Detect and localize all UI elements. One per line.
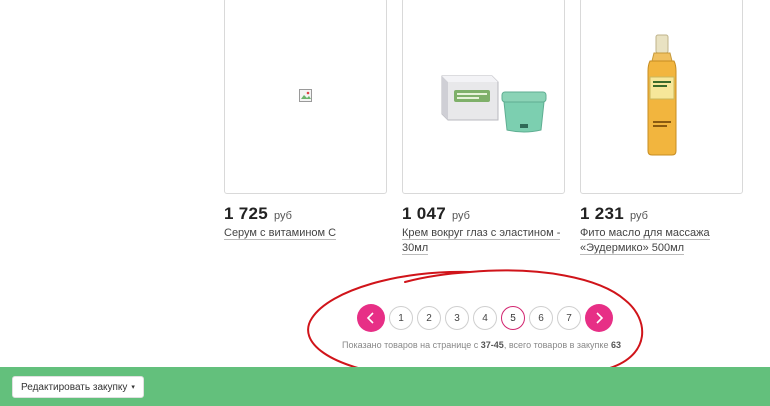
product-card-1[interactable] [224, 0, 387, 194]
edit-purchase-label: Редактировать закупку [21, 381, 128, 393]
product-name-line[interactable]: Фито масло для массажа [580, 227, 710, 240]
price-amount: 1 725 [224, 204, 269, 223]
page-button-6[interactable]: 6 [529, 306, 553, 330]
price-amount: 1 047 [402, 204, 447, 223]
summary-prefix: Показано товаров на странице с [342, 340, 481, 350]
summary-range: 37-45 [480, 340, 504, 350]
cream-product-image [441, 75, 546, 133]
product-card-2[interactable] [402, 0, 565, 194]
product-price-3: 1 231 руб [580, 204, 648, 224]
product-name-link-2[interactable]: Крем вокруг глаз с эластином - 30мл [402, 226, 562, 256]
page-button-3[interactable]: 3 [445, 306, 469, 330]
product-name-line[interactable]: Серум с витамином С [224, 227, 337, 240]
summary-total: 63 [610, 340, 621, 350]
product-card-3[interactable] [580, 0, 743, 194]
next-page-button[interactable] [585, 304, 613, 332]
chevron-right-icon [596, 312, 604, 324]
page-button-1[interactable]: 1 [389, 306, 413, 330]
product-image-oil[interactable] [581, 0, 742, 193]
pagination: 1 2 3 4 5 6 7 [357, 304, 613, 332]
price-currency: руб [452, 210, 470, 222]
page-button-2[interactable]: 2 [417, 306, 441, 330]
page-button-4[interactable]: 4 [473, 306, 497, 330]
product-image-broken[interactable] [225, 0, 386, 193]
page-button-7[interactable]: 7 [557, 306, 581, 330]
price-currency: руб [630, 210, 648, 222]
product-name-line[interactable]: Крем вокруг глаз с эластином - [402, 227, 561, 240]
product-image-eye-cream[interactable] [403, 0, 564, 193]
product-name-link-1[interactable]: Серум с витамином С [224, 226, 384, 241]
prev-page-button[interactable] [357, 304, 385, 332]
bottom-action-bar: Редактировать закупку ▾ [0, 367, 770, 406]
items-shown-summary: Показано товаров на странице с 37-45, вс… [342, 340, 621, 350]
price-amount: 1 231 [580, 204, 625, 223]
product-name-line[interactable]: 30мл [402, 242, 429, 255]
product-name-link-3[interactable]: Фито масло для массажа «Эудермико» 500мл [580, 226, 740, 256]
product-price-1: 1 725 руб [224, 204, 292, 224]
oil-bottle-image [647, 34, 676, 156]
caret-down-icon: ▾ [131, 384, 135, 391]
product-price-2: 1 047 руб [402, 204, 470, 224]
broken-image-icon [298, 89, 312, 102]
chevron-left-icon [366, 312, 374, 324]
price-currency: руб [274, 210, 292, 222]
summary-middle: , всего товаров в закупке [503, 340, 611, 350]
product-name-line[interactable]: «Эудермико» 500мл [580, 242, 685, 255]
edit-purchase-dropdown-button[interactable]: Редактировать закупку ▾ [12, 376, 144, 398]
page-button-5-current[interactable]: 5 [501, 306, 525, 330]
